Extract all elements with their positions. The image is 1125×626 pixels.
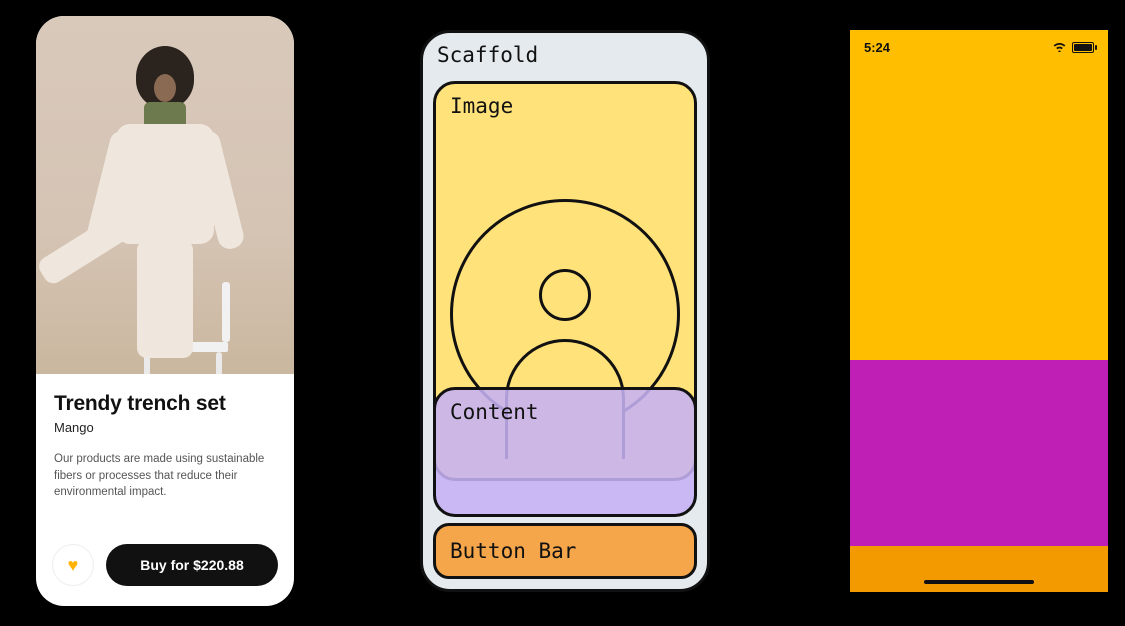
buy-button[interactable]: Buy for $220.88 [106, 544, 278, 586]
button-bar: ♥ Buy for $220.88 [36, 530, 294, 606]
buy-button-label: Buy for $220.88 [140, 557, 244, 573]
product-image [36, 16, 294, 374]
product-brand: Mango [54, 420, 276, 435]
product-description: Our products are made using sustainable … [54, 451, 276, 501]
product-title: Trendy trench set [54, 392, 276, 416]
color-block-phone: 5:24 [850, 30, 1108, 592]
block-magenta [850, 360, 1108, 546]
image-label: Image [450, 94, 513, 118]
status-time: 5:24 [864, 40, 890, 55]
home-indicator [924, 580, 1034, 584]
block-orange [850, 546, 1108, 592]
content-label: Content [450, 400, 539, 424]
status-bar: 5:24 [850, 30, 1108, 64]
diagram-buttonbar-region: Button Bar [433, 523, 697, 579]
battery-icon [1072, 42, 1094, 53]
model-illustration [116, 46, 214, 358]
layout-diagram-phone: Scaffold Image Content Button Bar [420, 30, 710, 592]
wifi-icon [1052, 40, 1067, 55]
product-content: Trendy trench set Mango Our products are… [36, 374, 294, 530]
status-icons [1052, 40, 1094, 55]
block-yellow [850, 64, 1108, 360]
diagram-content-region: Content [433, 387, 697, 517]
heart-icon: ♥ [68, 555, 79, 576]
product-phone-mock: Trendy trench set Mango Our products are… [36, 16, 294, 606]
buttonbar-label: Button Bar [450, 539, 576, 563]
scaffold-label: Scaffold [437, 43, 538, 67]
favorite-button[interactable]: ♥ [52, 544, 94, 586]
